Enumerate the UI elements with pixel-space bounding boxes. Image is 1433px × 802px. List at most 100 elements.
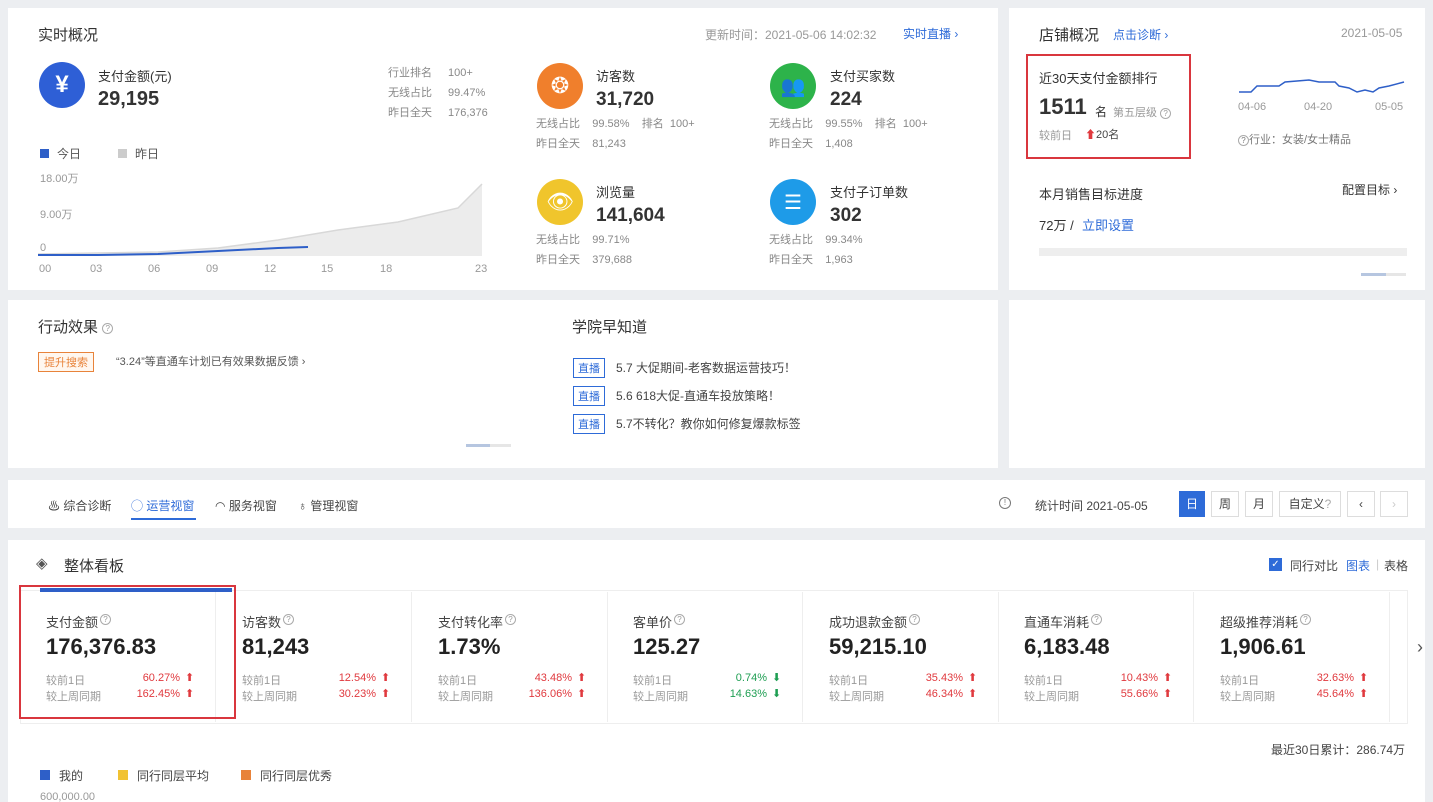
day-button[interactable]: 日 [1179,491,1205,517]
pay-wireless-value: 99.47% [448,87,486,99]
chevron-right-icon: › [1164,28,1169,42]
pay-wireless-label: 无线占比 [388,87,432,99]
buyers-value: 224 [830,89,862,110]
x-tick-09: 09 [206,263,219,275]
metric-label: 访客数 [242,615,282,630]
metric-cmp-day-value: 32.63% [1316,672,1354,684]
diagnose-link[interactable]: 点击诊断 › [1113,26,1168,43]
tab-operations[interactable]: ◯ 运营视窗 [131,497,194,514]
arrow-up-icon: ⬆ [577,688,587,700]
metric-value: 59,215.10 [829,634,927,659]
legend-mine[interactable]: 我的 [40,767,83,784]
table-view-link[interactable]: 表格 [1384,557,1408,574]
legend-yesterday[interactable]: 昨日 [118,145,159,162]
pv-wl-value: 99.71% [592,234,630,246]
visitors-wl-value: 99.58% [592,118,630,130]
eye-icon: 👁 [537,179,583,225]
metric-cmp-day-label: 较前1日 [1024,675,1064,687]
legend-today[interactable]: 今日 [40,145,81,162]
suborders-wl-value: 99.34% [825,234,863,246]
legend-peer-top[interactable]: 同行同层优秀 [241,767,332,784]
shop-date: 2021-05-05 [1341,26,1403,40]
metric-cmp-day-value: 35.43% [925,672,963,684]
metric-card[interactable]: 超级推荐消耗? 1,906.61 较前1日 较上周同期 32.63% 45.64% ⬆ ⬆ [1194,592,1390,722]
metric-cmp-week-label: 较上周同期 [1024,691,1079,703]
shop-x-tick-2: 04-20 [1304,101,1333,113]
metric-card[interactable]: 成功退款金额? 59,215.10 较前1日 较上周同期 35.43% 46.34% ⬆ ⬆ [803,592,999,722]
metric-cmp-week-label: 较上周同期 [242,691,297,703]
target-config-link[interactable]: 配置目标 › [1342,181,1397,198]
bulb-icon: ♨ [48,499,61,513]
pay-label: 支付金额(元) [98,69,172,84]
target-set-link[interactable]: 立即设置 [1082,215,1134,234]
tab-comprehensive[interactable]: ♨ 综合诊断 [48,497,111,514]
buyers-wl-label: 无线占比 [769,118,813,130]
compare-label: 较前日 [1039,130,1072,142]
tab-management[interactable]: ♁ 管理视窗 [298,497,358,514]
pv-yd-value: 379,688 [592,254,632,266]
custom-button[interactable]: 自定义? [1279,491,1341,517]
pay-yday-label: 昨日全天 [388,107,432,119]
metric-card[interactable]: 客单价? 125.27 较前1日 较上周同期 0.74% 14.63% ⬇ ⬇ [607,592,803,722]
metric-card[interactable]: 直通车消耗? 6,183.48 较前1日 较上周同期 10.43% 55.66% ⬆ ⬆ [998,592,1194,722]
x-tick-12: 12 [264,263,277,275]
realtime-card: 实时概况 更新时间：2021-05-06 14:02:32 实时直播 › ¥ 支… [8,8,998,290]
metric-value: 1,906.61 [1220,634,1306,659]
academy-link-1[interactable]: 5.7 大促期间-老客数据运营技巧！ [616,359,796,376]
target-progress-bar [1039,248,1407,256]
chevron-left-icon: ‹ [1359,497,1363,511]
metric-cmp-week-value: 45.64% [1316,688,1354,700]
suborders-stats: 无线占比 99.34% 昨日全天 1,963 [769,230,969,270]
pay-stats-values: 100+ 99.47% 176,376 [448,63,488,123]
tab-service[interactable]: ◠ 服务视窗 [215,497,277,514]
metric-cmp-week-value: 14.63% [729,688,767,700]
metric-value: 81,243 [242,634,310,659]
academy-link-3[interactable]: 5.7不转化？教你如何修复爆款标签 [616,415,801,432]
metrics-next-icon[interactable]: › [1417,637,1423,658]
shop-x-tick-1: 04-06 [1238,101,1267,113]
legend-peer-avg[interactable]: 同行同层平均 [118,767,209,784]
pay-metric-highlight [19,585,236,719]
next-button[interactable]: › [1380,491,1408,517]
layers-icon: ◈ [36,555,48,572]
medal-icon: ♁ [298,499,307,513]
month-button[interactable]: 月 [1245,491,1273,517]
pay-rank-label: 行业排名 [388,67,432,79]
visitors-value: 31,720 [596,89,655,110]
arrow-up-icon: ⬆ [381,672,391,684]
headset-icon: ◠ [215,499,226,513]
action-carousel-indicator[interactable] [466,444,511,447]
shop-x-tick-3: 05-05 [1375,101,1404,113]
help-icon: ? [283,614,294,625]
metric-label: 直通车消耗 [1024,615,1090,630]
metric-label: 超级推荐消耗 [1220,615,1299,630]
suborders-label: 支付子订单数 [830,185,909,200]
visitors-wl-label: 无线占比 [536,118,580,130]
academy-link-2[interactable]: 5.6 618大促-直通车投放策略！ [616,387,780,404]
carousel-indicator[interactable] [1361,273,1406,276]
shield-icon: ◯ [131,499,144,513]
target-title: 本月销售目标进度 [1039,187,1144,202]
prev-button[interactable]: ‹ [1347,491,1375,517]
peer-compare-checkbox[interactable]: ✓ [1269,558,1282,571]
help-icon: ? [102,322,114,334]
pv-yd-label: 昨日全天 [536,254,580,266]
rank-title: 近30天支付金额排行 [1039,71,1158,86]
action-link[interactable]: “3.24”等直通车计划已有效果数据反馈 › [116,353,305,369]
board-title: 整体看板 [64,558,125,575]
pay-stats-labels: 行业排名 无线占比 昨日全天 [388,63,432,123]
chart-view-link[interactable]: 图表 [1346,557,1370,574]
info-icon[interactable]: ! [999,497,1011,509]
x-tick-18: 18 [380,263,393,275]
metric-card[interactable]: 访客数? 81,243 较前1日 较上周同期 12.54% 30.23% ⬆ ⬆ [216,592,412,722]
week-button[interactable]: 周 [1211,491,1239,517]
arrow-up-icon: ⬆ [1163,688,1173,700]
help-icon: ? [1091,614,1102,625]
target-amount: 72万 / [1039,218,1074,233]
arrow-up-icon: ⬆ [1359,688,1369,700]
today-swatch [40,149,49,158]
live-link[interactable]: 实时直播 › [903,25,958,42]
metric-card[interactable]: 支付转化率? 1.73% 较前1日 较上周同期 43.48% 136.06% ⬆ ⬆ [412,592,608,722]
academy-tag-1: 直播 [573,358,605,378]
board-y-top: 600,000.00 [40,791,96,802]
